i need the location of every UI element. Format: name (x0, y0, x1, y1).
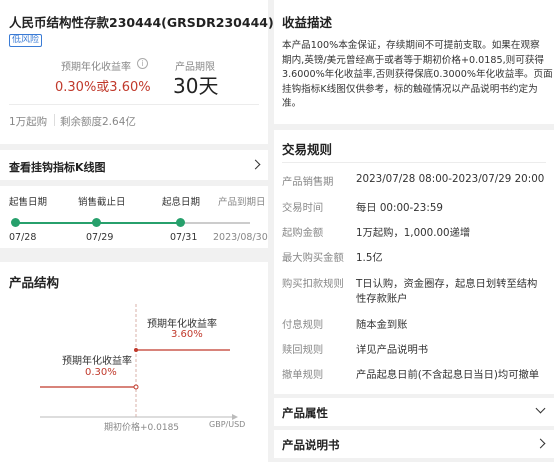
timeline-dot (176, 218, 185, 227)
term-value: 30天 (173, 74, 219, 98)
low-rate-value: 0.30% (85, 367, 117, 378)
income-line: 本产品100%本金保证，存续期间不可提前支取。如果在观察 (282, 40, 540, 51)
x-axis-label: 期初价格+0.0185 (104, 423, 180, 433)
payoff-low-end (133, 384, 139, 390)
kline-link-row[interactable]: 查看挂钩指标K线图 (0, 150, 268, 180)
income-title: 收益描述 (282, 15, 333, 30)
rule-key: 最大购买金额 (282, 252, 344, 264)
header-divider (9, 104, 259, 105)
remaining-quota: 剩余额度2.64亿 (60, 116, 136, 128)
rule-value: T日认购，资金圈存，起息日划转至结构 (356, 278, 538, 290)
income-line: 准。 (282, 98, 302, 110)
product-title: 人民币结构性存款230444(GRSDR230444) (9, 15, 274, 30)
product-manual-label: 产品说明书 (282, 438, 340, 452)
product-header-card: 人民币结构性存款230444(GRSDR230444) 低风险 预期年化收益率 … (0, 0, 274, 144)
structure-card: 产品结构 预期年化收益率 3.60% 预期年化收益率 0.30% 期初价格+0.… (0, 262, 268, 462)
min-amount: 1万起购 (9, 116, 48, 128)
payoff-high-start (134, 348, 138, 352)
timeline-dot (11, 218, 20, 227)
product-attributes-label: 产品属性 (282, 406, 328, 420)
income-description: 本产品100%本金保证，存续期间不可提前支取。如果在观察 期内,英镑/美元曾经高… (282, 39, 554, 112)
rule-key: 交易时间 (282, 202, 324, 214)
income-line: 挂钩指标K线图仅供参考，标的触碰情况以产品说明书约定为 (282, 83, 538, 95)
rule-value: 随本金到账 (356, 319, 408, 331)
high-rate-value: 3.60% (171, 329, 203, 340)
income-card: 收益描述 本产品100%本金保证，存续期间不可提前支取。如果在观察 期内,英镑/… (274, 0, 554, 124)
timeline-step-label: 起息日期 (162, 197, 201, 208)
timeline-dot (92, 218, 101, 227)
income-line: 期内,英镑/美元曾经高于或者等于期初价格+0.0185,则可获得 (282, 54, 545, 66)
product-attributes-row[interactable]: 产品属性 (274, 398, 554, 426)
timeline-card: 起售日期 销售截止日 起息日期 产品到期日 07/28 07/29 07/31 … (0, 186, 268, 248)
risk-badge: 低风险 (9, 34, 43, 47)
high-rate-label: 预期年化收益率 (147, 319, 217, 330)
rule-key: 付息规则 (282, 319, 324, 331)
chevron-right-icon (250, 159, 261, 170)
timeline-step-label: 销售截止日 (78, 197, 126, 208)
timeline-remaining (180, 222, 250, 224)
timeline-date: 07/28 (9, 232, 37, 243)
rule-value-continued: 性存款账户 (356, 293, 408, 305)
rule-key: 起购金额 (282, 227, 324, 239)
rule-value: 2023/07/28 08:00-2023/07/29 20:00 (356, 173, 545, 185)
rule-key: 撤单规则 (282, 369, 324, 381)
rules-divider (282, 162, 546, 163)
rule-key: 产品销售期 (282, 176, 334, 188)
rules-title: 交易规则 (282, 142, 333, 157)
timeline-date: 07/31 (170, 232, 198, 243)
low-rate-label: 预期年化收益率 (62, 356, 132, 367)
product-manual-row[interactable]: 产品说明书 (274, 430, 554, 458)
rules-card: 交易规则 产品销售期 2023/07/28 08:00-2023/07/29 2… (274, 130, 554, 394)
info-icon[interactable]: i (137, 58, 148, 69)
income-line: 3.6000%年化收益率,否则获得保底0.3000%年化收益率。页面 (282, 69, 553, 81)
timeline-step-label: 起售日期 (9, 197, 48, 208)
rule-value: 1.5亿 (356, 252, 383, 264)
rate-value: 0.30%或3.60% (55, 80, 151, 95)
rule-value: 每日 00:00-23:59 (356, 202, 443, 214)
timeline-date: 07/29 (86, 232, 114, 243)
chevron-right-icon (535, 438, 546, 449)
chevron-down-icon (535, 403, 546, 414)
timeline-step-label: 产品到期日 (218, 197, 266, 208)
amount-separator (54, 114, 55, 126)
rule-value: 产品起息日前(不含起息日当日)均可撤单 (356, 369, 540, 381)
rate-label: 预期年化收益率 (61, 62, 131, 73)
rule-value: 1万起购，1,000.00递增 (356, 227, 471, 239)
rule-value: 详见产品说明书 (356, 344, 429, 356)
timeline-date: 2023/08/30 (213, 232, 268, 243)
rule-key: 购买扣款规则 (282, 278, 344, 290)
rule-key: 赎回规则 (282, 344, 324, 356)
kline-link-label: 查看挂钩指标K线图 (9, 161, 106, 174)
axis-unit: GBP/USD (209, 420, 246, 429)
